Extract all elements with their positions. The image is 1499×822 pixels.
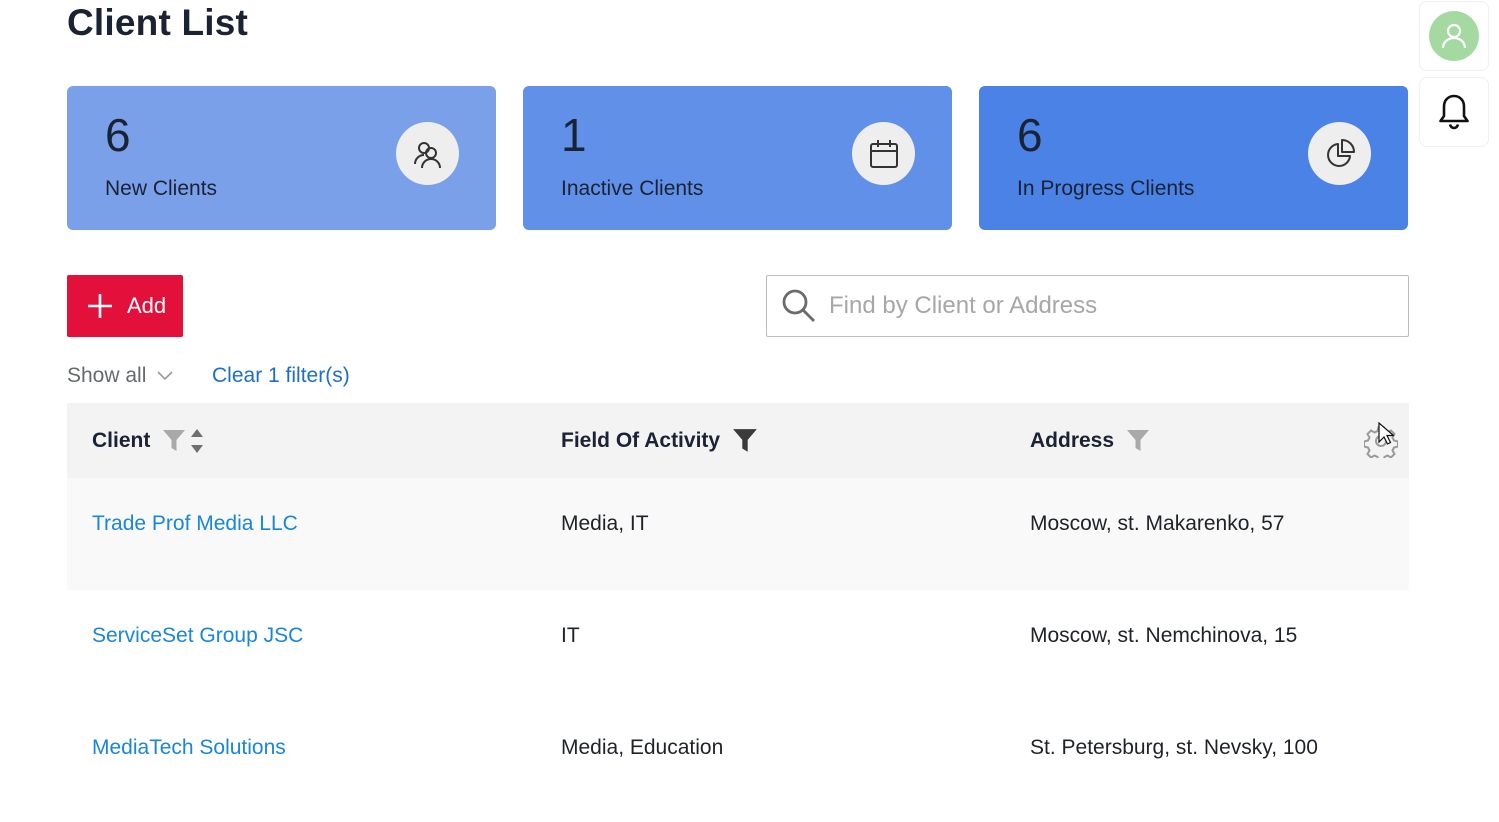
search-icon	[782, 289, 815, 322]
chevron-down-icon	[157, 371, 173, 381]
client-link[interactable]: ServiceSet Group JSC	[92, 624, 303, 648]
table-row[interactable]: MediaTech Solutions Media, Education St.…	[67, 702, 1409, 814]
users-icon	[396, 122, 459, 185]
stat-card-inactive-clients[interactable]: 1 Inactive Clients	[523, 86, 952, 230]
activity-cell: Media, IT	[561, 512, 649, 535]
user-icon	[1441, 23, 1467, 49]
user-avatar-button[interactable]	[1419, 1, 1489, 71]
filter-icon[interactable]	[1126, 428, 1150, 454]
stat-label: Inactive Clients	[561, 177, 704, 200]
stat-value: 6	[1017, 109, 1043, 161]
add-button-label: Add	[127, 293, 167, 318]
filter-icon[interactable]	[162, 428, 186, 454]
client-link[interactable]: Trade Prof Media LLC	[92, 512, 298, 536]
stat-value: 1	[561, 109, 587, 161]
plus-icon	[88, 294, 112, 318]
stat-card-in-progress-clients[interactable]: 6 In Progress Clients	[979, 86, 1408, 230]
address-cell: St. Petersburg, st. Nevsky, 100	[1030, 736, 1318, 759]
add-client-button[interactable]: Add	[67, 275, 183, 337]
clients-table: Client Field Of Activity Address Trade P…	[67, 403, 1409, 814]
client-link[interactable]: MediaTech Solutions	[92, 736, 286, 760]
address-cell: Moscow, st. Nemchinova, 15	[1030, 624, 1298, 647]
column-label: Field Of Activity	[561, 428, 721, 452]
client-list-page: Client List 6 New Clients 1 Inactive Cli…	[0, 0, 1499, 822]
search-box[interactable]	[766, 275, 1409, 337]
table-row[interactable]: Trade Prof Media LLC Media, IT Moscow, s…	[67, 478, 1409, 590]
calendar-icon	[852, 122, 915, 185]
activity-cell: IT	[561, 624, 580, 647]
show-all-label: Show all	[67, 364, 147, 387]
column-label: Client	[92, 428, 151, 452]
page-title: Client List	[67, 2, 249, 43]
column-header-field-of-activity[interactable]: Field Of Activity	[561, 403, 758, 478]
show-all-dropdown[interactable]: Show all	[67, 364, 174, 388]
search-input[interactable]	[829, 292, 1389, 320]
table-row[interactable]: ServiceSet Group JSC IT Moscow, st. Nemc…	[67, 590, 1409, 702]
clear-filters-link[interactable]: Clear 1 filter(s)	[212, 364, 350, 388]
filter-active-icon[interactable]	[732, 427, 758, 455]
sort-icon[interactable]	[190, 428, 204, 454]
activity-cell: Media, Education	[561, 736, 724, 759]
column-header-client[interactable]: Client	[92, 403, 204, 478]
column-label: Address	[1030, 428, 1115, 452]
notifications-button[interactable]	[1419, 77, 1489, 147]
bell-icon	[1439, 94, 1469, 130]
table-header: Client Field Of Activity Address	[67, 403, 1409, 478]
pie-chart-icon	[1308, 122, 1371, 185]
address-cell: Moscow, st. Makarenko, 57	[1030, 512, 1285, 535]
stat-card-new-clients[interactable]: 6 New Clients	[67, 86, 496, 230]
column-header-address[interactable]: Address	[1030, 403, 1150, 478]
stat-label: New Clients	[105, 177, 218, 200]
stat-value: 6	[105, 109, 131, 161]
avatar	[1429, 11, 1479, 61]
mouse-cursor-icon	[1378, 422, 1394, 445]
stat-label: In Progress Clients	[1017, 177, 1195, 200]
